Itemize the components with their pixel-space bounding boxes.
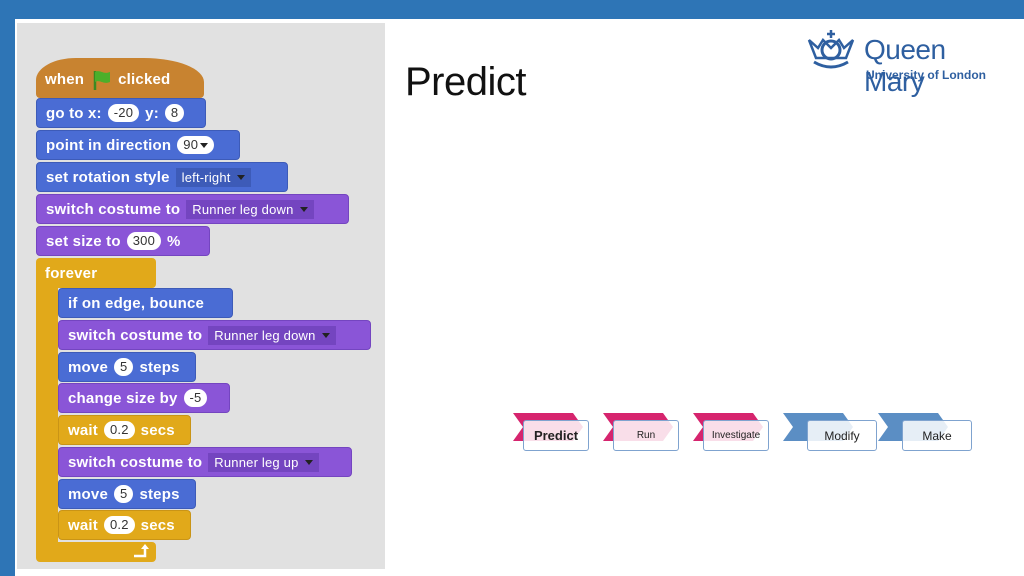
chevron-down-icon bbox=[304, 459, 313, 465]
forever-label-wrap: forever bbox=[36, 258, 106, 288]
hat-content: when clicked bbox=[36, 64, 179, 94]
logo-subtitle: University of London bbox=[866, 68, 986, 82]
block-suffix: steps bbox=[139, 485, 180, 503]
chevron-down-icon bbox=[321, 332, 330, 338]
process-step-label: Make bbox=[902, 420, 972, 451]
size-change-input[interactable]: -5 bbox=[183, 389, 208, 407]
process-step-label: Predict bbox=[523, 420, 589, 451]
dropdown-value: Runner leg up bbox=[214, 454, 299, 470]
switch-costume-block[interactable]: switch costume to Runner leg down bbox=[36, 194, 349, 224]
crown-icon bbox=[807, 30, 855, 69]
switch-costume-block[interactable]: switch costume to Runner leg down bbox=[58, 320, 371, 350]
dropdown-value: Runner leg down bbox=[214, 327, 316, 343]
chevron-down-icon bbox=[236, 174, 245, 180]
queen-mary-logo: Queen Mary University of London bbox=[806, 28, 1006, 97]
process-step-label: Modify bbox=[807, 420, 877, 451]
hat-post-label: clicked bbox=[118, 70, 171, 88]
green-flag-icon bbox=[92, 69, 111, 90]
wait-block[interactable]: wait 0.2 secs bbox=[58, 510, 191, 540]
dropdown-value: Runner leg down bbox=[192, 201, 294, 217]
wait-block[interactable]: wait 0.2 secs bbox=[58, 415, 191, 445]
direction-dropdown[interactable]: 90 bbox=[177, 136, 215, 154]
set-rotation-style-block[interactable]: set rotation style left-right bbox=[36, 162, 288, 192]
block-label: if on edge, bounce bbox=[68, 294, 205, 312]
block-label: y: bbox=[145, 104, 159, 122]
direction-value: 90 bbox=[183, 137, 199, 152]
forever-arm bbox=[36, 270, 58, 560]
block-label: switch costume to bbox=[68, 326, 203, 344]
wait-input[interactable]: 0.2 bbox=[103, 421, 135, 439]
block-suffix: steps bbox=[139, 358, 180, 376]
size-input[interactable]: 300 bbox=[126, 232, 162, 250]
costume-dropdown[interactable]: Runner leg up bbox=[208, 452, 319, 472]
set-size-block[interactable]: set size to 300 % bbox=[36, 226, 210, 256]
block-label: switch costume to bbox=[68, 453, 203, 471]
switch-costume-block[interactable]: switch costume to Runner leg up bbox=[58, 447, 352, 477]
x-input[interactable]: -20 bbox=[107, 104, 140, 122]
block-label: switch costume to bbox=[46, 200, 181, 218]
loop-arrow-icon bbox=[132, 543, 152, 564]
block-suffix: secs bbox=[140, 421, 175, 439]
block-label: wait bbox=[68, 516, 98, 534]
block-suffix: % bbox=[167, 232, 181, 250]
block-label: set size to bbox=[46, 232, 121, 250]
hat-pre-label: when bbox=[45, 70, 85, 88]
move-steps-block[interactable]: move 5 steps bbox=[58, 479, 196, 509]
block-label: point in direction bbox=[46, 136, 172, 154]
costume-dropdown[interactable]: Runner leg down bbox=[208, 325, 336, 345]
move-steps-block[interactable]: move 5 steps bbox=[58, 352, 196, 382]
costume-dropdown[interactable]: Runner leg down bbox=[186, 199, 314, 219]
dropdown-value: left-right bbox=[181, 169, 231, 185]
forever-label: forever bbox=[45, 264, 98, 282]
y-input[interactable]: 8 bbox=[164, 104, 185, 122]
page-title: Predict bbox=[405, 60, 527, 104]
steps-input[interactable]: 5 bbox=[114, 485, 134, 503]
process-step-label: Investigate bbox=[703, 420, 769, 451]
chevron-down-icon bbox=[299, 206, 308, 212]
steps-input[interactable]: 5 bbox=[114, 358, 134, 376]
point-in-direction-block[interactable]: point in direction 90 bbox=[36, 130, 240, 160]
block-label: move bbox=[68, 358, 108, 376]
block-label: move bbox=[68, 485, 108, 503]
logo-name: Queen Mary bbox=[864, 34, 946, 97]
change-size-block[interactable]: change size by -5 bbox=[58, 383, 230, 413]
block-label: wait bbox=[68, 421, 98, 439]
if-on-edge-bounce-block[interactable]: if on edge, bounce bbox=[58, 288, 233, 318]
wait-input[interactable]: 0.2 bbox=[103, 516, 135, 534]
block-label: change size by bbox=[68, 389, 178, 407]
chevron-down-icon bbox=[200, 142, 209, 148]
go-to-xy-block[interactable]: go to x: -20 y: 8 bbox=[36, 98, 206, 128]
block-suffix: secs bbox=[140, 516, 175, 534]
rotation-style-dropdown[interactable]: left-right bbox=[175, 167, 251, 187]
block-label: set rotation style bbox=[46, 168, 170, 186]
process-step-label: Run bbox=[613, 420, 679, 451]
block-label: go to x: bbox=[46, 104, 102, 122]
